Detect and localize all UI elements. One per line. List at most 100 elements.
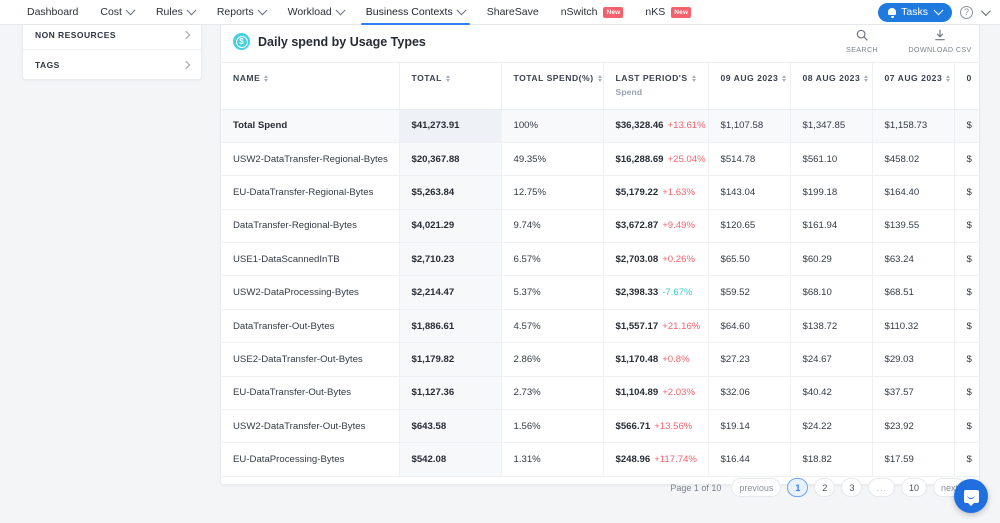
column-header-name[interactable]: NAME — [221, 63, 400, 110]
nav-item-label: ShareSave — [486, 6, 539, 18]
cell-daily-d0: $16.44 — [708, 442, 791, 477]
table-row[interactable]: USW2-DataTransfer-Regional-Bytes $20,367.… — [221, 142, 979, 177]
cell-daily-d1: $138.72 — [790, 309, 873, 344]
nav-right-actions: Tasks ? — [878, 2, 991, 22]
chevron-down-icon — [933, 4, 944, 15]
panel-header-actions: SEARCH DOWNLOAD CSV — [823, 21, 979, 63]
nav-item-cost[interactable]: Cost — [89, 0, 145, 25]
table-row[interactable]: Total Spend $41,273.91 100% $36,328.46 +13.6… — [221, 109, 979, 143]
pagination-page-2[interactable]: 2 — [814, 478, 836, 497]
last-period-delta: +2.03% — [662, 387, 695, 399]
cell-name: EU-DataTransfer-Regional-Bytes — [221, 175, 400, 210]
nav-item-label: Business Contexts — [365, 6, 453, 18]
last-period-amount: $248.96 — [615, 454, 651, 466]
sort-toggle-icon[interactable] — [445, 74, 450, 82]
sidebar-item-tags[interactable]: TAGS — [23, 50, 201, 79]
last-period-amount: $1,104.89 — [615, 387, 659, 399]
intercom-launcher-button[interactable] — [954, 479, 988, 513]
cell-total-spend-pct: 49.35% — [501, 142, 604, 177]
nav-item-business-contexts[interactable]: Business Contexts — [355, 0, 476, 25]
cell-daily-d3: $ — [954, 409, 979, 444]
table-row[interactable]: DataTransfer-Regional-Bytes $4,021.29 9.74… — [221, 209, 979, 244]
sidebar-item-label: NON RESOURCES — [35, 30, 116, 40]
spend-table-scroll-area[interactable]: NAME TOTAL TOTAL SPEND(%) LAST PERIOD'S Spen… — [221, 63, 979, 484]
new-badge: New — [671, 6, 692, 18]
sort-toggle-icon[interactable] — [946, 74, 951, 82]
cell-total-spend-pct: 6.57% — [501, 242, 604, 277]
column-header-last[interactable]: LAST PERIOD'S Spend — [603, 63, 709, 110]
table-row[interactable]: USE1-DataScannedInTB $2,710.23 6.57% $2,703… — [221, 242, 979, 277]
last-period-amount: $566.71 — [615, 420, 651, 432]
nav-item-reports[interactable]: Reports — [206, 0, 277, 25]
cell-total: $1,127.36 — [399, 376, 502, 411]
cell-total: $41,273.91 — [399, 109, 502, 143]
nav-item-rules[interactable]: Rules — [145, 0, 206, 25]
cell-daily-d3: $ — [954, 175, 979, 210]
table-row[interactable]: EU-DataTransfer-Regional-Bytes $5,263.84 1… — [221, 175, 979, 210]
column-header-label: 0 — [966, 73, 972, 83]
sort-toggle-icon[interactable] — [691, 74, 696, 82]
sort-toggle-icon[interactable] — [597, 74, 602, 82]
column-header-d2[interactable]: 07 AUG 2023 — [872, 63, 955, 110]
pagination-page-10[interactable]: 10 — [900, 478, 927, 497]
cell-total: $643.58 — [399, 409, 502, 444]
help-icon[interactable]: ? — [960, 5, 973, 19]
chevron-down-icon — [456, 4, 467, 15]
nav-item-label: nKS — [645, 6, 666, 18]
cell-daily-d1: $24.67 — [790, 342, 873, 377]
last-period-amount: $1,170.48 — [615, 353, 659, 365]
column-header-label: TOTAL SPEND(%) — [513, 73, 594, 83]
cell-daily-d1: $561.10 — [790, 142, 873, 177]
tasks-button[interactable]: Tasks — [878, 2, 952, 22]
pagination-ellipsis: ... — [868, 478, 895, 497]
page-title: Daily spend by Usage Types — [258, 34, 426, 49]
column-header-d1[interactable]: 08 AUG 2023 — [790, 63, 873, 110]
table-row[interactable]: USW2-DataProcessing-Bytes $2,214.47 5.37% $… — [221, 275, 979, 310]
table-row[interactable]: EU-DataTransfer-Out-Bytes $1,127.36 2.73% $… — [221, 376, 979, 411]
cell-last-period-spend: $248.96 +117.74% — [603, 442, 709, 477]
cell-total: $2,214.47 — [399, 275, 502, 310]
table-row[interactable]: DataTransfer-Out-Bytes $1,886.61 4.57% $1,5… — [221, 309, 979, 344]
cell-total-spend-pct: 1.56% — [501, 409, 604, 444]
pagination-previous-button[interactable]: previous — [731, 478, 782, 497]
sidebar-item-non-resources[interactable]: NON RESOURCES — [23, 21, 201, 50]
sort-toggle-icon[interactable] — [782, 74, 787, 82]
sort-toggle-icon[interactable] — [864, 74, 869, 82]
download-csv-button[interactable]: DOWNLOAD CSV — [901, 21, 979, 54]
pagination-page-1[interactable]: 1 — [787, 478, 809, 497]
column-header-pct[interactable]: TOTAL SPEND(%) — [501, 63, 604, 110]
pagination-page-3[interactable]: 3 — [841, 478, 863, 497]
table-row[interactable]: EU-DataProcessing-Bytes $542.08 1.31% $248.… — [221, 442, 979, 477]
bell-icon — [888, 7, 897, 18]
sort-toggle-icon[interactable] — [264, 74, 269, 82]
cell-name: USW2-DataProcessing-Bytes — [221, 275, 400, 310]
nav-item-nswitch[interactable]: nSwitch New — [550, 0, 635, 25]
last-period-delta: -7.67% — [662, 287, 693, 299]
column-header-total[interactable]: TOTAL — [399, 63, 502, 110]
last-period-amount: $5,179.22 — [615, 186, 659, 198]
cell-daily-d2: $17.59 — [872, 442, 955, 477]
nav-item-dashboard[interactable]: Dashboard — [16, 0, 89, 25]
cell-total: $4,021.29 — [399, 209, 502, 244]
cell-total-spend-pct: 4.57% — [501, 309, 604, 344]
pagination-status: Page 1 of 10 — [670, 482, 722, 493]
search-button[interactable]: SEARCH — [823, 21, 901, 54]
cell-last-period-spend: $1,557.17 +21.16% — [603, 309, 709, 344]
nav-item-nks[interactable]: nKS New — [634, 0, 702, 25]
nav-item-workload[interactable]: Workload — [277, 0, 355, 25]
cell-last-period-spend: $36,328.46 +13.61% — [603, 109, 709, 143]
table-row[interactable]: USW2-DataTransfer-Out-Bytes $643.58 1.56% $… — [221, 409, 979, 444]
last-period-amount: $3,672.87 — [615, 220, 659, 232]
nav-item-label: nSwitch — [560, 6, 598, 18]
last-period-delta: +21.16% — [662, 320, 701, 332]
cell-name: USW2-DataTransfer-Regional-Bytes — [221, 142, 400, 177]
chevron-right-icon — [181, 30, 191, 40]
nav-item-sharesave[interactable]: ShareSave — [476, 0, 550, 25]
chevron-down-icon — [257, 4, 268, 15]
cell-daily-d0: $514.78 — [708, 142, 791, 177]
account-chevron-down-icon[interactable] — [980, 5, 991, 16]
chevron-down-icon — [125, 4, 136, 15]
table-row[interactable]: USE2-DataTransfer-Out-Bytes $1,179.82 2.86… — [221, 342, 979, 377]
column-header-d3[interactable]: 0 — [954, 63, 979, 110]
column-header-d0[interactable]: 09 AUG 2023 — [708, 63, 791, 110]
